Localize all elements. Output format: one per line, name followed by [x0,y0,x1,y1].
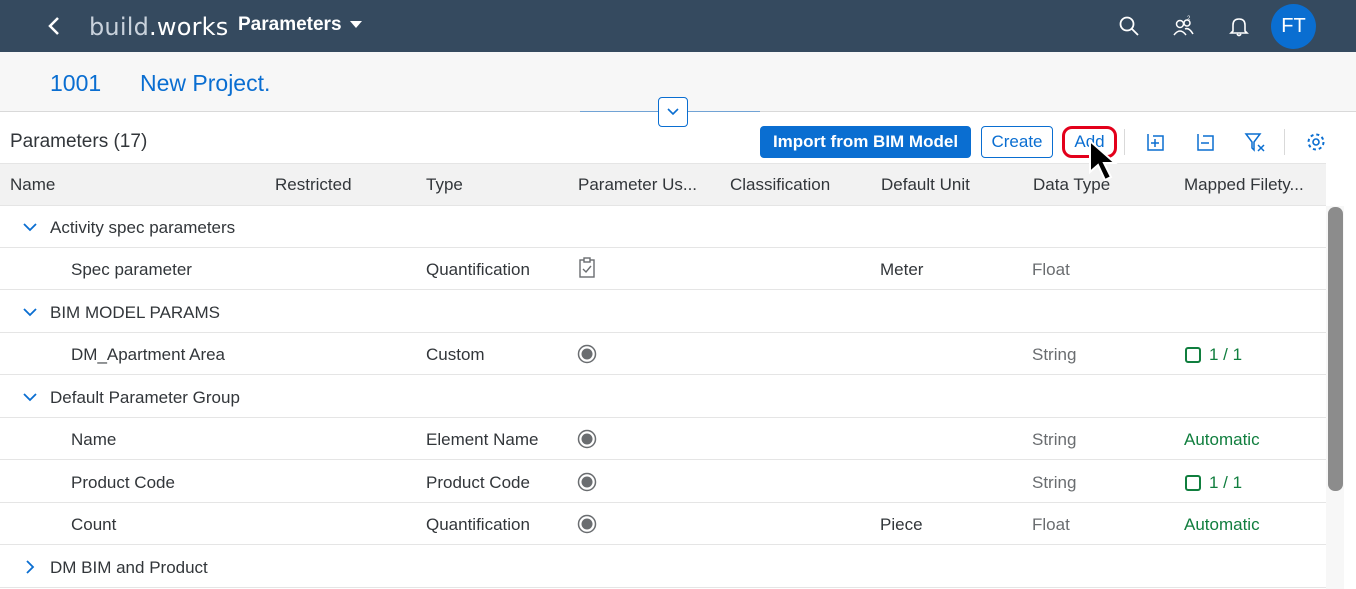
cell-mapped-filetype[interactable]: Automatic [1184,430,1260,450]
cell-mapped-filetype[interactable]: Automatic [1184,515,1260,535]
radio-selected-icon [577,472,597,492]
cell-data-type: String [1032,473,1077,492]
column-header-mapped-filetype[interactable]: Mapped Filety... [1184,175,1304,195]
radio-selected-icon [577,514,597,534]
project-id: 1001 [50,70,102,96]
group-label: DM BIM and Product [50,558,208,577]
column-header-type[interactable]: Type [426,175,463,195]
settings-gear-icon[interactable] [1305,131,1327,153]
caret-down-icon[interactable] [350,21,362,28]
search-icon[interactable] [1118,15,1140,37]
radio-selected-icon [577,344,597,364]
people-icon[interactable]: 2 [1172,15,1194,37]
group-row[interactable]: Default Parameter Group [0,376,1326,418]
column-header-default-unit[interactable]: Default Unit [881,175,970,195]
shell-bar: build.works Parameters 2 FT [0,0,1356,52]
table-row[interactable]: Spec parameter Quantification Meter Floa… [0,248,1326,290]
cell-name: Count [71,515,117,534]
table-row[interactable]: Product Code Product Code String 1 / 1 [0,461,1326,503]
radio-selected-icon [577,429,597,449]
clipboard-check-icon [579,257,595,278]
chevron-down-icon[interactable] [22,304,38,320]
collapse-header-button[interactable] [658,97,688,127]
table-title: Parameters (17) [10,131,148,152]
column-header-restricted[interactable]: Restricted [275,175,352,195]
cell-data-type: String [1032,430,1077,449]
project-name: New Project. [140,70,271,96]
cell-default-unit: Meter [880,260,924,279]
scrollbar-thumb[interactable] [1328,207,1343,491]
cell-data-type: Float [1032,515,1070,534]
cell-name: Product Code [71,473,175,492]
chevron-down-icon[interactable] [22,219,38,235]
cell-name: Spec parameter [71,260,192,279]
svg-text:2: 2 [1187,16,1191,22]
column-header-name[interactable]: Name [10,175,55,195]
cell-data-type: Float [1032,260,1070,279]
cell-type: Custom [426,345,485,364]
expand-all-icon[interactable] [1144,131,1166,153]
group-label: Default Parameter Group [50,388,240,407]
import-from-bim-button[interactable]: Import from BIM Model [760,126,971,158]
mapped-square-icon [1185,347,1201,363]
mouse-pointer-icon [1089,138,1118,182]
group-label: Activity spec parameters [50,218,236,237]
cell-type: Product Code [426,473,530,492]
app-logo[interactable]: build.works [89,13,228,41]
cell-type: Element Name [426,430,539,449]
collapse-all-icon[interactable] [1194,131,1216,153]
group-row[interactable]: BIM MODEL PARAMS [0,291,1326,333]
mapped-square-icon [1185,475,1201,491]
cell-mapped-filetype[interactable]: 1 / 1 [1209,345,1242,365]
create-button[interactable]: Create [981,126,1053,158]
column-header-parameter-usage[interactable]: Parameter Us... [578,175,697,195]
chevron-down-icon [667,108,679,116]
table-row[interactable]: DM_Apartment Area Custom String 1 / 1 [0,333,1326,375]
bell-icon[interactable] [1228,15,1250,37]
back-arrow-icon[interactable] [44,14,64,38]
table-row[interactable]: Name Element Name String Automatic [0,418,1326,460]
cell-mapped-filetype[interactable]: 1 / 1 [1209,473,1242,493]
app-title-menu[interactable]: Parameters [238,14,342,36]
chevron-down-icon[interactable] [22,389,38,405]
avatar[interactable]: FT [1271,4,1316,49]
clear-filter-icon[interactable] [1244,131,1266,153]
group-row[interactable]: DM BIM and Product [0,546,1326,588]
chevron-right-icon[interactable] [22,559,38,575]
cell-type: Quantification [426,515,530,534]
cell-name: Name [71,430,117,449]
column-header-classification[interactable]: Classification [730,175,830,195]
cell-type: Quantification [426,260,530,279]
toolbar-separator [1284,129,1285,155]
cell-name: DM_Apartment Area [71,345,226,364]
cell-default-unit: Piece [880,515,923,534]
cell-data-type: String [1032,345,1077,364]
group-label: BIM MODEL PARAMS [50,303,221,322]
group-row[interactable]: Activity spec parameters [0,206,1326,248]
table-row[interactable]: Count Quantification Piece Float Automat… [0,503,1326,545]
